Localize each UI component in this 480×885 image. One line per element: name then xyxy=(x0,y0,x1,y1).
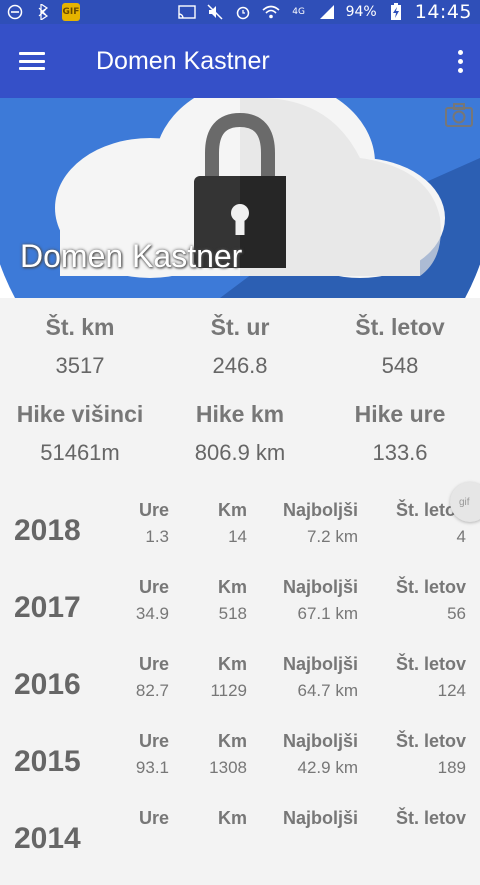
totals-section: Št. km 3517 Št. ur 246.8 Št. letov 548 H… xyxy=(0,300,480,466)
col-header-km: Km xyxy=(217,500,247,520)
years-list: 2018 Ure 1.3 Km 14 Najboljši 7.2 km Št. let… xyxy=(0,500,480,885)
year-best: 7.2 km xyxy=(306,527,358,546)
mute-icon xyxy=(206,3,224,21)
network-type-icon: 4G xyxy=(292,6,305,17)
year-row-2017[interactable]: 2017 Ure 34.9 Km 518 Najboljši 67.1 km Št. … xyxy=(0,577,480,654)
more-vert-icon xyxy=(457,49,463,73)
col-header-km: Km xyxy=(217,731,247,751)
col-header-flights: Št. letov xyxy=(395,577,466,597)
wifi-icon xyxy=(262,3,280,21)
cast-icon xyxy=(177,3,196,21)
stat-label: Št. letov xyxy=(355,314,445,340)
year-km: 14 xyxy=(228,527,247,546)
signal-icon xyxy=(318,3,336,21)
col-header-hours: Ure xyxy=(138,500,169,520)
year-label: 2014 xyxy=(14,822,81,855)
battery-percent: 94% xyxy=(345,4,377,20)
stat-value: 3517 xyxy=(55,353,105,378)
year-flights: 189 xyxy=(437,758,466,777)
year-row-2018[interactable]: 2018 Ure 1.3 Km 14 Najboljši 7.2 km Št. let… xyxy=(0,500,480,577)
do-not-disturb-icon xyxy=(6,3,24,21)
year-row-2016[interactable]: 2016 Ure 82.7 Km 1129 Najboljši 64.7 km Št.… xyxy=(0,654,480,731)
col-header-best: Najboljši xyxy=(282,731,358,751)
col-header-best: Najboljši xyxy=(282,500,358,520)
col-header-km: Km xyxy=(217,577,247,597)
year-best: 64.7 km xyxy=(297,681,358,700)
stat-total-km: Št. km 3517 xyxy=(0,314,160,379)
year-label: 2017 xyxy=(14,591,81,624)
col-header-hours: Ure xyxy=(138,731,169,751)
col-header-best: Najboljši xyxy=(282,577,358,597)
profile-name: Domen Kastner xyxy=(20,238,243,274)
hamburger-menu-icon xyxy=(19,52,45,70)
status-bar: GIF 4G 94% 14:45 xyxy=(0,0,480,24)
col-header-flights: Št. letov xyxy=(395,808,466,828)
stat-label: Hike višinci xyxy=(16,401,144,427)
camera-icon xyxy=(445,103,473,127)
stat-label: Hike km xyxy=(195,401,285,427)
col-header-hours: Ure xyxy=(138,654,169,674)
menu-button[interactable] xyxy=(0,24,64,98)
year-hours: 82.7 xyxy=(135,681,169,700)
year-row-2015[interactable]: 2015 Ure 93.1 Km 1308 Najboljši 42.9 km Št.… xyxy=(0,731,480,808)
year-hours: 93.1 xyxy=(135,758,169,777)
year-label: 2016 xyxy=(14,668,81,701)
col-header-flights: Št. letov xyxy=(395,654,466,674)
col-header-best: Najboljši xyxy=(282,808,358,828)
app-title: Domen Kastner xyxy=(96,46,270,75)
col-header-km: Km xyxy=(217,808,247,828)
col-header-best: Najboljši xyxy=(282,654,358,674)
battery-charging-icon xyxy=(387,3,405,21)
year-best: 67.1 km xyxy=(297,604,358,623)
year-flights: 56 xyxy=(447,604,466,623)
year-row-2014[interactable]: 2014 Ure Km Najboljši Št. letov xyxy=(0,808,480,885)
year-label: 2015 xyxy=(14,745,81,778)
stat-value: 548 xyxy=(381,353,419,378)
stat-label: Hike ure xyxy=(354,401,446,427)
stat-hike-km: Hike km 806.9 km xyxy=(160,401,320,466)
overflow-menu-button[interactable] xyxy=(440,24,480,98)
stat-value: 806.9 km xyxy=(194,440,286,465)
app-bar: Domen Kastner xyxy=(0,24,480,98)
clock: 14:45 xyxy=(414,1,472,23)
camera-button[interactable] xyxy=(444,102,474,128)
year-best: 42.9 km xyxy=(297,758,358,777)
col-header-flights: Št. letov xyxy=(395,731,466,751)
col-header-hours: Ure xyxy=(138,577,169,597)
col-header-km: Km xyxy=(217,654,247,674)
stat-label: Št. ur xyxy=(210,314,270,340)
year-km: 1308 xyxy=(209,758,247,777)
stat-total-flights: Št. letov 548 xyxy=(320,314,480,379)
stat-value: 51461m xyxy=(40,440,120,465)
col-header-hours: Ure xyxy=(138,808,169,828)
year-km: 518 xyxy=(218,604,247,623)
stat-hike-elevation: Hike višinci 51461m xyxy=(0,401,160,466)
year-hours: 34.9 xyxy=(135,604,169,623)
stat-value: 246.8 xyxy=(212,353,268,378)
profile-header-image: Domen Kastner xyxy=(0,98,480,298)
year-label: 2018 xyxy=(14,514,81,547)
year-km: 1129 xyxy=(210,681,247,700)
stat-value: 133.6 xyxy=(372,440,428,465)
year-flights: 4 xyxy=(456,527,466,546)
year-flights: 124 xyxy=(437,681,466,700)
gif-app-icon: GIF xyxy=(62,3,80,21)
stat-total-hours: Št. ur 246.8 xyxy=(160,314,320,379)
bluetooth-icon xyxy=(34,3,52,21)
stat-hike-hours: Hike ure 133.6 xyxy=(320,401,480,466)
alarm-icon xyxy=(234,3,252,21)
stat-label: Št. km xyxy=(45,314,115,340)
year-hours: 1.3 xyxy=(145,527,169,546)
